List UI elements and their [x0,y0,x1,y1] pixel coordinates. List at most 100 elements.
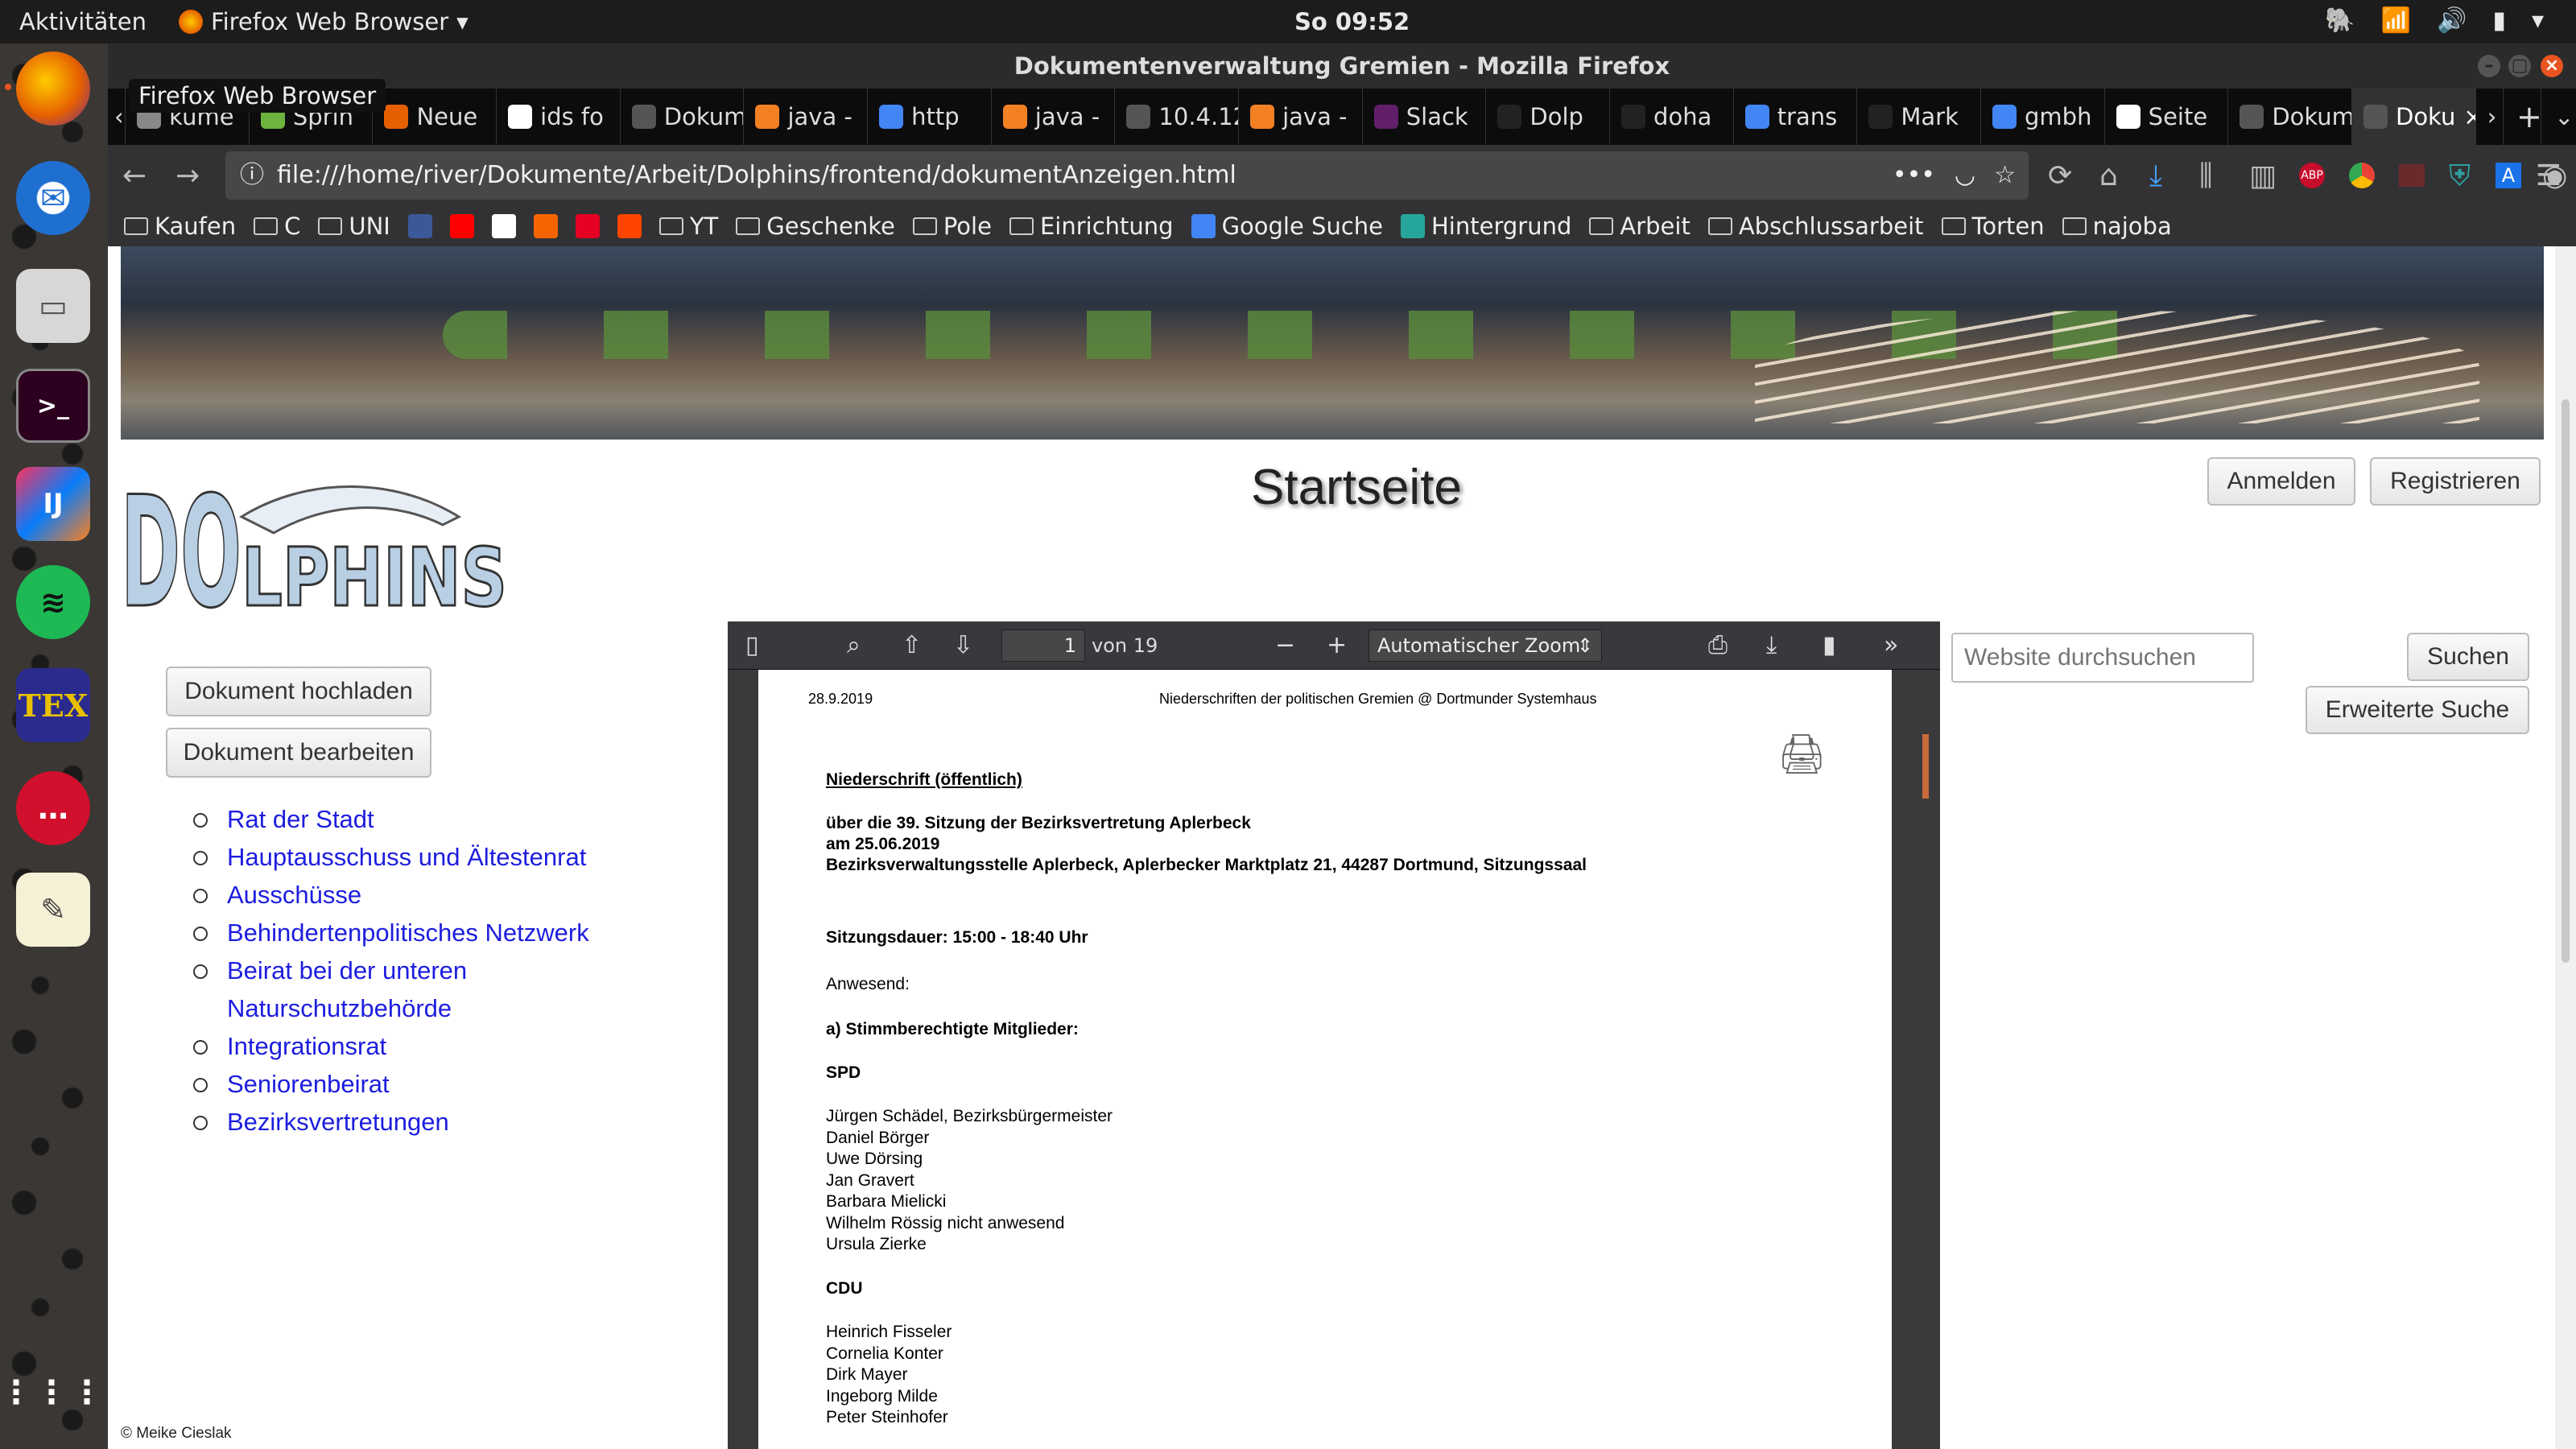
bookmark-folder[interactable]: Torten [1941,213,2045,240]
minimize-button[interactable]: – [2478,55,2500,77]
login-button[interactable]: Anmelden [2207,457,2355,506]
text-editor-dock-icon[interactable]: ✎ [16,873,90,947]
info-icon[interactable]: ⓘ [240,151,264,200]
edit-document-button[interactable]: Dokument bearbeiten [166,728,431,778]
shield-icon[interactable]: ⛨ [2449,159,2471,193]
intellij-dock-icon[interactable]: IJ [16,467,90,541]
bookmark-folder[interactable]: Einrichtung [1009,213,1174,240]
sidebar-icon[interactable]: ▥ [2249,159,2277,192]
bookmark-item[interactable] [491,214,516,238]
bookmark-star-icon[interactable]: ☆ [1994,151,2016,200]
spotify-dock-icon[interactable]: ≋ [16,565,90,639]
download-icon[interactable]: ⤓ [2149,159,2162,193]
chat-dock-icon[interactable]: … [16,771,90,845]
system-tray[interactable]: 🐘 📶 🔊 ▮ ▾ [2325,6,2544,35]
browser-tab[interactable]: Dokume [621,89,745,145]
chrome-extension-icon[interactable] [2349,163,2375,188]
upload-document-button[interactable]: Dokument hochladen [166,667,431,716]
site-search-input[interactable] [1951,633,2254,683]
reload-icon[interactable]: ⟳ [2048,159,2072,192]
forward-icon[interactable]: → [175,159,200,192]
pdf-scrollbar-thumb[interactable] [1922,734,1929,799]
committee-nav-link[interactable]: Rat der Stadt [193,800,589,838]
scroll-tabs-left-icon[interactable]: ‹ [108,89,126,145]
new-tab-button[interactable]: + [2504,89,2542,145]
bookmark-item[interactable]: Google Suche [1191,213,1383,240]
close-window-button[interactable]: × [2541,55,2563,77]
translate-icon[interactable]: A [2496,163,2521,188]
page-actions-icon[interactable]: ••• [1893,151,1935,200]
page-scrollbar-thumb[interactable] [2562,399,2570,963]
browser-tab[interactable]: java - [992,89,1116,145]
committee-nav-link[interactable]: Ausschüsse [193,876,589,914]
browser-tab[interactable]: gmbh [1981,89,2105,145]
committee-nav-link[interactable]: Seniorenbeirat [193,1065,589,1103]
browser-tab[interactable]: Dokume [2228,89,2352,145]
committee-nav-link[interactable]: Naturschutzbehörde [193,989,589,1027]
bookmark-folder[interactable]: C [254,213,300,240]
url-bar[interactable]: ⓘ file:///home/river/Dokumente/Arbeit/Do… [225,151,2029,200]
committee-nav-link[interactable]: Behindertenpolitisches Netzwerk [193,914,589,952]
browser-tab[interactable]: doha [1610,89,1734,145]
terminal-dock-icon[interactable]: >_ [16,369,90,443]
bookmark-folder[interactable]: UNI [318,213,390,240]
zoom-out-icon[interactable]: − [1275,631,1295,659]
zoom-select[interactable]: Automatischer Zoom ⇕ [1368,630,1602,662]
bookmark-item[interactable] [449,214,474,238]
bookmark-item[interactable] [617,214,642,238]
firefox-dock-icon[interactable] [5,52,90,126]
committee-nav-link[interactable]: Beirat bei der unteren [193,952,589,989]
pocket-icon[interactable]: ◡ [1955,151,1975,200]
download-pdf-icon[interactable]: ⤓ [1766,631,1777,659]
bookmark-folder[interactable]: Kaufen [124,213,236,240]
find-icon[interactable]: ⌕ [847,631,861,659]
page-number-input[interactable]: 1 [1001,630,1085,662]
bookmark-item[interactable] [407,214,432,238]
printer-icon[interactable]: 🖨 [1777,731,1827,777]
bookmark-folder[interactable]: Geschenke [736,213,895,240]
tab-list-dropdown-icon[interactable]: ⌄ [2541,89,2576,145]
main-menu-icon[interactable]: ☰ [2536,159,2562,192]
previous-page-icon[interactable]: ⇧ [902,631,922,659]
bookmark-folder[interactable]: YT [658,213,718,240]
bookmark-item[interactable]: Hintergrund [1401,213,1571,240]
sidebar-toggle-icon[interactable]: ▯ [745,631,759,659]
scroll-tabs-right-icon[interactable]: › [2476,89,2504,145]
files-dock-icon[interactable]: ▭ [16,269,90,343]
bookmark-item[interactable] [575,214,600,238]
committee-nav-link[interactable]: Bezirksvertretungen [193,1103,589,1141]
browser-tab[interactable]: java - [1239,89,1363,145]
browser-tab[interactable]: http [868,89,992,145]
print-icon[interactable]: ⎙ [1708,631,1728,659]
clock[interactable]: So 09:52 [1294,8,1410,35]
texstudio-dock-icon[interactable]: TEX [16,668,90,742]
bookmark-item[interactable] [533,214,558,238]
committee-nav-link[interactable]: Integrationsrat [193,1027,589,1065]
register-button[interactable]: Registrieren [2370,457,2541,506]
mail-dock-icon[interactable]: ✉ [16,161,90,235]
bookmark-icon[interactable]: ▮ [1823,631,1836,659]
postgres-icon[interactable]: 🐘 [2325,6,2355,35]
next-page-icon[interactable]: ⇩ [953,631,973,659]
tools-icon[interactable]: » [1884,631,1898,659]
back-icon[interactable]: ← [122,159,147,192]
browser-tab[interactable]: trans [1734,89,1858,145]
page-scrollbar[interactable] [2555,246,2576,1449]
browser-tab[interactable]: java - [744,89,869,145]
browser-tab[interactable]: Dolp [1486,89,1611,145]
browser-tab[interactable]: Slack [1363,89,1487,145]
advanced-search-button[interactable]: Erweiterte Suche [2306,686,2529,734]
maximize-button[interactable]: ▢ [2508,55,2531,77]
show-apps-icon[interactable]: ⋮⋮⋮ [0,1356,103,1430]
browser-tab[interactable]: Neue [373,89,497,145]
adblock-icon[interactable]: ABP [2299,163,2325,188]
search-button[interactable]: Suchen [2407,633,2529,681]
library-icon[interactable]: ⫼ [2199,159,2213,193]
browser-tab[interactable]: Doku × [2351,89,2476,145]
browser-tab[interactable]: Seite [2105,89,2229,145]
zoom-in-icon[interactable]: + [1327,631,1347,659]
activities-button[interactable]: Aktivitäten [19,8,147,35]
bookmark-folder[interactable]: Abschlussarbeit [1707,213,1924,240]
app-menu[interactable]: Firefox Web Browser ▾ [179,8,469,35]
browser-tab[interactable]: Mark [1857,89,1982,145]
